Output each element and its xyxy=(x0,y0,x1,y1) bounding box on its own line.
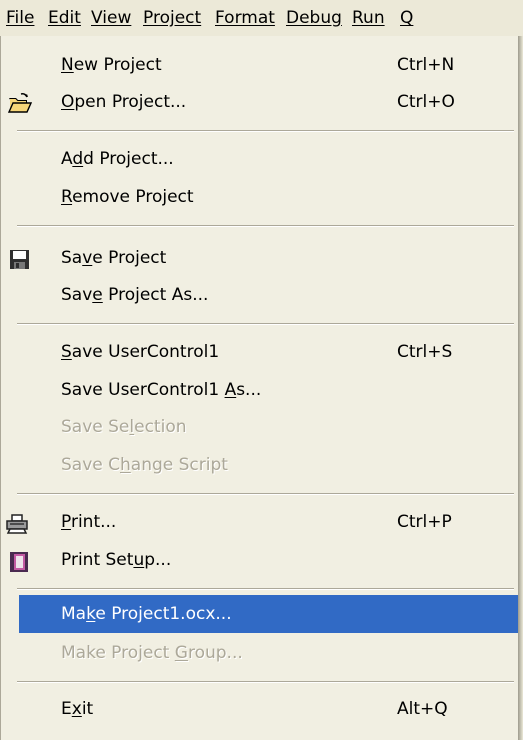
menu-separator xyxy=(17,588,514,590)
menu-item-label: Save Change Script xyxy=(61,455,228,475)
menu-separator xyxy=(17,681,514,683)
menu-format[interactable]: Format xyxy=(215,7,275,29)
menu-item-open-project[interactable]: Open Project... Ctrl+O xyxy=(1,83,518,121)
menu-item-label: Remove Project xyxy=(61,187,194,207)
menu-debug[interactable]: Debug xyxy=(286,7,342,29)
menu-shadow xyxy=(518,36,523,740)
shortcut-label: Ctrl+P xyxy=(397,512,452,532)
print-setup-icon xyxy=(8,549,32,572)
menu-item-label: Add Project... xyxy=(61,149,174,169)
menu-item-save-project-as[interactable]: Save Project As... xyxy=(1,276,518,314)
menu-query[interactable]: Q xyxy=(400,7,413,29)
menu-item-label: Open Project... xyxy=(61,92,187,112)
menu-item-label: Print Setup... xyxy=(61,550,172,570)
file-menu-dropdown: New Project Ctrl+N Open Project... Ctrl+… xyxy=(0,36,518,740)
menu-item-save-usercontrol-as[interactable]: Save UserControl1 As... xyxy=(1,371,518,409)
menu-separator xyxy=(17,225,514,227)
menu-item-save-change-script: Save Change Script xyxy=(1,446,518,484)
menu-item-save-selection: Save Selection xyxy=(1,408,518,446)
shortcut-label: Ctrl+O xyxy=(397,92,455,112)
menu-item-label: Make Project Group... xyxy=(61,643,243,663)
menu-item-label: Exit xyxy=(61,699,94,719)
shortcut-label: Alt+Q xyxy=(397,699,448,719)
menu-item-make-project-group: Make Project Group... xyxy=(1,634,518,672)
menu-item-label: Make Project1.ocx... xyxy=(61,604,232,624)
menu-project[interactable]: Project xyxy=(143,7,201,29)
menu-item-add-project[interactable]: Add Project... xyxy=(1,140,518,178)
menu-bar: File Edit View Project Format Debug Run … xyxy=(0,0,523,36)
menu-item-label: Print... xyxy=(61,512,117,532)
menu-item-label: Save Project As... xyxy=(61,285,209,305)
menu-item-save-project[interactable]: Save Project xyxy=(1,239,518,277)
menu-item-label: New Project xyxy=(61,55,162,75)
shortcut-label: Ctrl+S xyxy=(397,342,453,362)
menu-item-new-project[interactable]: New Project Ctrl+N xyxy=(1,46,518,84)
menu-item-remove-project[interactable]: Remove Project xyxy=(1,178,518,216)
menu-edit[interactable]: Edit xyxy=(48,7,81,29)
menu-item-exit[interactable]: Exit Alt+Q xyxy=(1,690,518,728)
menu-item-print-setup[interactable]: Print Setup... xyxy=(1,541,518,579)
menu-item-save-usercontrol[interactable]: Save UserControl1 Ctrl+S xyxy=(1,333,518,371)
menu-separator xyxy=(17,323,514,325)
menu-item-label: Save UserControl1 As... xyxy=(61,380,262,400)
menu-separator xyxy=(17,130,514,132)
menu-run[interactable]: Run xyxy=(352,7,385,29)
menu-item-label: Save UserControl1 xyxy=(61,342,220,362)
menu-separator xyxy=(17,493,514,495)
menu-item-label: Save Selection xyxy=(61,417,187,437)
open-folder-icon xyxy=(7,91,33,113)
shortcut-label: Ctrl+N xyxy=(397,55,455,75)
menu-file[interactable]: File xyxy=(6,7,34,29)
floppy-disk-icon xyxy=(8,247,32,269)
printer-icon xyxy=(5,511,29,534)
menu-item-make-ocx[interactable]: Make Project1.ocx... xyxy=(19,595,518,633)
menu-item-label: Save Project xyxy=(61,248,167,268)
menu-view[interactable]: View xyxy=(91,7,131,29)
menu-item-print[interactable]: Print... Ctrl+P xyxy=(1,503,518,541)
